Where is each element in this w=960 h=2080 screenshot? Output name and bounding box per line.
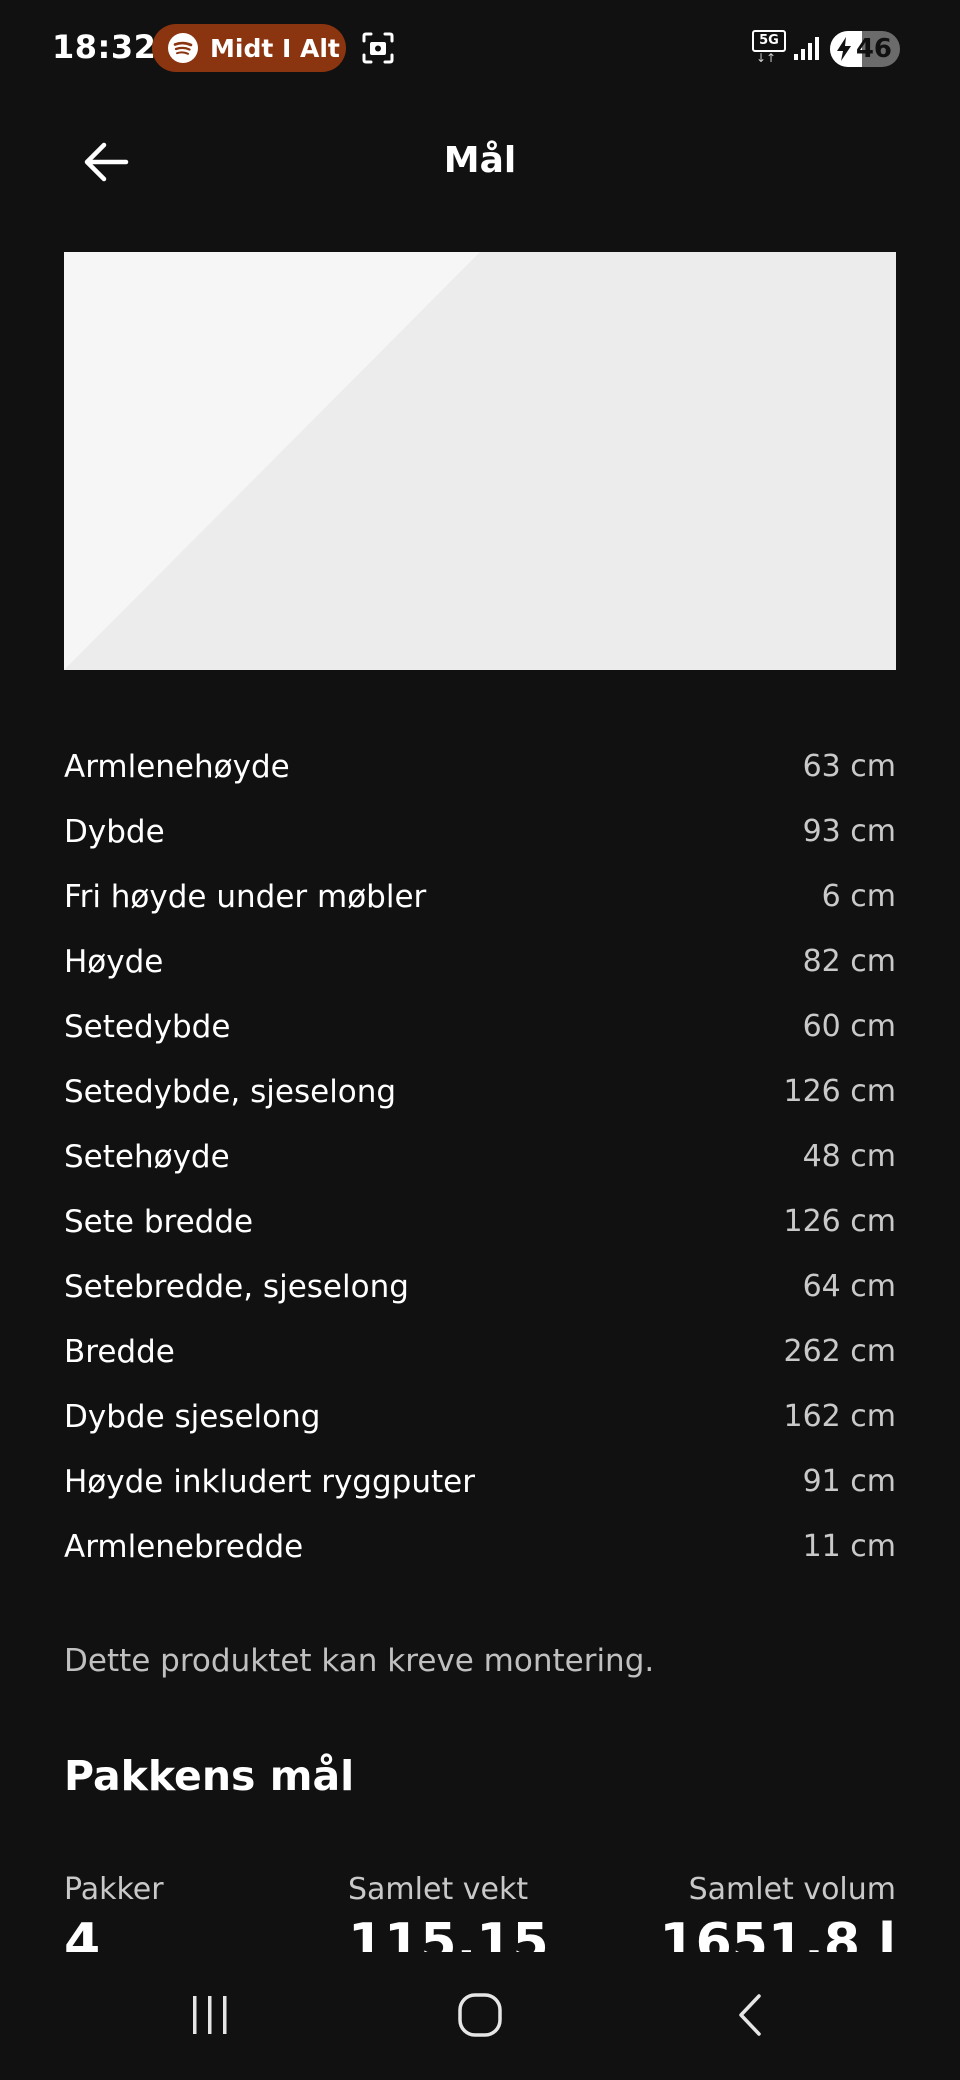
dimension-row: Fri høyde under møbler 6 cm bbox=[64, 864, 896, 929]
stat-total-volume: Samlet volum 1651.8 l bbox=[659, 1872, 896, 1952]
recent-apps-button[interactable] bbox=[160, 1982, 260, 2052]
dimension-row: Setedybde 60 cm bbox=[64, 994, 896, 1059]
dimension-row: Armlenehøyde 63 cm bbox=[64, 734, 896, 799]
dimension-value: 48 cm bbox=[802, 1139, 896, 1174]
dimension-value: 126 cm bbox=[783, 1204, 896, 1239]
dimension-row: Armlenebredde 11 cm bbox=[64, 1514, 896, 1579]
status-bar: 18:32 Midt I Alt 5G ↓↑ 46 bbox=[0, 0, 960, 100]
dimension-label: Setebredde, sjeselong bbox=[64, 1268, 409, 1305]
dimension-label: Setedybde bbox=[64, 1008, 231, 1045]
stat-value: 1651.8 l bbox=[659, 1913, 896, 1952]
dimension-row: Setebredde, sjeselong 64 cm bbox=[64, 1254, 896, 1319]
back-chevron-icon bbox=[732, 1991, 768, 2043]
status-time: 18:32 bbox=[52, 28, 157, 66]
dimension-row: Setedybde, sjeselong 126 cm bbox=[64, 1059, 896, 1124]
home-button[interactable] bbox=[430, 1982, 530, 2052]
dimension-value: 6 cm bbox=[821, 879, 896, 914]
dimension-label: Høyde bbox=[64, 943, 164, 980]
home-icon bbox=[456, 1991, 504, 2043]
dimension-label: Setedybde, sjeselong bbox=[64, 1073, 397, 1110]
dimension-value: 11 cm bbox=[802, 1529, 896, 1564]
system-back-button[interactable] bbox=[700, 1982, 800, 2052]
dimension-row: Dybde 93 cm bbox=[64, 799, 896, 864]
dimension-label: Dybde bbox=[64, 813, 165, 850]
dimension-label: Armlenehøyde bbox=[64, 748, 290, 785]
stat-total-weight: Samlet vekt 115.15 bbox=[348, 1872, 549, 1952]
dimensions-list: Armlenehøyde 63 cm Dybde 93 cm Fri høyde… bbox=[64, 734, 896, 1579]
dimension-value: 162 cm bbox=[783, 1399, 896, 1434]
dimension-label: Høyde inkludert ryggputer bbox=[64, 1463, 475, 1500]
stat-packages: Pakker 4 bbox=[64, 1872, 164, 1952]
signal-strength-icon bbox=[792, 34, 820, 66]
dimension-value: 126 cm bbox=[783, 1074, 896, 1109]
recent-apps-icon bbox=[188, 1993, 232, 2041]
dimension-value: 63 cm bbox=[802, 749, 896, 784]
dimension-value: 91 cm bbox=[802, 1464, 896, 1499]
dimension-row: Dybde sjeselong 162 cm bbox=[64, 1384, 896, 1449]
stat-label: Pakker bbox=[64, 1872, 164, 1907]
dimension-value: 262 cm bbox=[783, 1334, 896, 1369]
stat-value: 115.15 bbox=[348, 1913, 549, 1952]
stat-value: 4 bbox=[64, 1913, 101, 1952]
network-5g-icon: 5G ↓↑ bbox=[752, 30, 786, 66]
dimension-value: 82 cm bbox=[802, 944, 896, 979]
dimension-value: 93 cm bbox=[802, 814, 896, 849]
dimension-label: Dybde sjeselong bbox=[64, 1398, 321, 1435]
now-playing-label: Midt I Alt bbox=[210, 33, 340, 63]
dimension-row: Høyde 82 cm bbox=[64, 929, 896, 994]
dimension-row: Sete bredde 126 cm bbox=[64, 1189, 896, 1254]
dimension-illustration-image bbox=[64, 252, 896, 670]
system-nav-bar bbox=[0, 1952, 960, 2080]
dimension-label: Setehøyde bbox=[64, 1138, 230, 1175]
dimension-label: Fri høyde under møbler bbox=[64, 878, 427, 915]
screen-capture-icon bbox=[360, 30, 396, 70]
assembly-note: Dette produktet kan kreve montering. bbox=[64, 1643, 655, 1679]
dimension-row: Setehøyde 48 cm bbox=[64, 1124, 896, 1189]
dimension-row: Høyde inkludert ryggputer 91 cm bbox=[64, 1449, 896, 1514]
package-stats: Pakker 4 Samlet vekt 115.15 Samlet volum… bbox=[64, 1872, 896, 1952]
battery-level: 46 bbox=[855, 34, 892, 64]
stat-label: Samlet vekt bbox=[348, 1872, 529, 1907]
dimension-label: Sete bredde bbox=[64, 1203, 254, 1240]
dimension-row: Bredde 262 cm bbox=[64, 1319, 896, 1384]
charging-bolt-icon bbox=[836, 37, 852, 65]
page-title: Mål bbox=[443, 140, 517, 181]
spotify-icon bbox=[168, 33, 198, 63]
battery-indicator: 46 bbox=[830, 31, 900, 67]
now-playing-pill[interactable]: Midt I Alt bbox=[152, 24, 346, 72]
dimension-label: Armlenebredde bbox=[64, 1528, 304, 1565]
dimension-value: 64 cm bbox=[802, 1269, 896, 1304]
dimension-label: Bredde bbox=[64, 1333, 175, 1370]
package-heading: Pakkens mål bbox=[64, 1752, 355, 1800]
stat-label: Samlet volum bbox=[688, 1872, 896, 1907]
dimension-value: 60 cm bbox=[802, 1009, 896, 1044]
